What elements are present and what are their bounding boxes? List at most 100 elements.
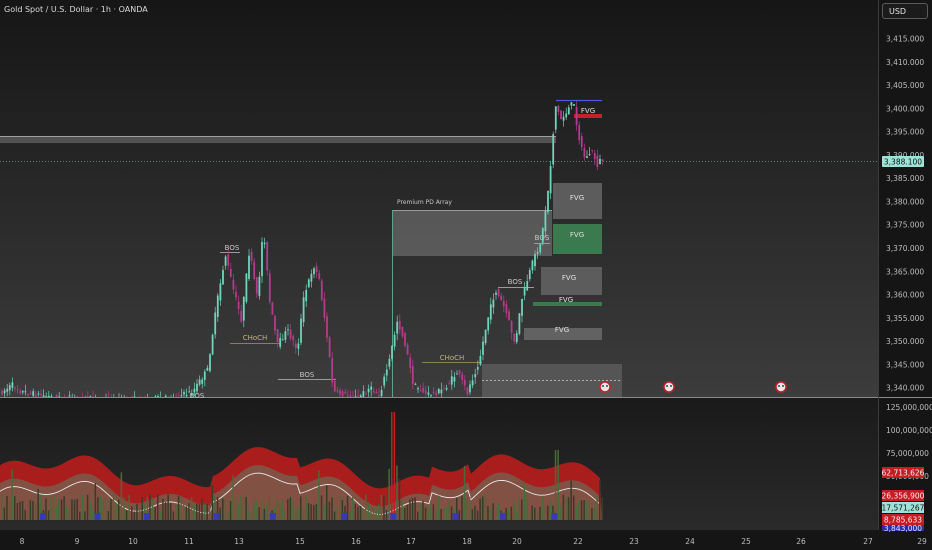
candle-body — [510, 321, 513, 333]
volume-bar — [562, 494, 565, 520]
volume-bar — [294, 506, 297, 520]
volume-bar — [81, 494, 84, 520]
price-tick-label: 3,365.000 — [886, 267, 924, 276]
volume-bar — [190, 497, 193, 520]
time-tick-label: 22 — [573, 537, 583, 546]
volume-bar — [320, 495, 323, 520]
candle-body — [398, 320, 401, 330]
volume-bar — [237, 505, 240, 520]
time-tick-label: 25 — [741, 537, 751, 546]
volume-badge-1: 62,713,626 — [882, 469, 925, 478]
bos-label-4: BOS — [508, 278, 523, 286]
premium-pd-array-label: Premium PD Array — [397, 199, 452, 206]
volume-bar — [365, 494, 367, 520]
volume-bar — [167, 494, 169, 520]
currency-button[interactable]: USD — [882, 3, 928, 19]
volume-bar — [388, 468, 390, 520]
time-tick-label: 26 — [796, 537, 806, 546]
volume-bar — [60, 499, 63, 520]
volume-bar — [107, 511, 110, 520]
time-tick-label: 29 — [917, 537, 927, 546]
price-tick-label: 3,360.000 — [886, 291, 924, 300]
candle-body — [393, 334, 396, 347]
candle-body — [539, 244, 542, 253]
volume-bar — [209, 510, 211, 520]
candle-body — [198, 379, 201, 385]
volume-bar — [463, 466, 466, 520]
candle-body — [336, 390, 339, 392]
event-marker-1[interactable] — [599, 381, 611, 393]
candle-body — [8, 385, 11, 391]
candle-body — [495, 292, 497, 295]
volume-bar — [497, 504, 500, 520]
chart-canvas[interactable]: Premium PD Array FVG FVG FVG FVG FVG FVG… — [0, 0, 932, 550]
volume-bar — [14, 496, 16, 520]
candle-body — [310, 273, 313, 282]
volume-bar — [16, 502, 19, 520]
candle-body — [232, 279, 235, 290]
volume-bar — [536, 511, 539, 520]
volume-bar — [513, 502, 515, 520]
volume-bar — [448, 501, 450, 520]
candle-body — [458, 370, 461, 374]
volume-bar — [417, 511, 419, 520]
candle-body — [565, 113, 568, 118]
candle-body — [570, 102, 573, 106]
volume-bar — [310, 504, 312, 520]
volume-bar — [50, 495, 52, 520]
volume-bar — [258, 507, 260, 520]
candle-body — [320, 280, 323, 300]
candle-body — [596, 155, 599, 168]
volume-bar — [37, 489, 39, 520]
candle-body — [40, 393, 42, 396]
volume-bar — [73, 499, 76, 520]
candle-body — [201, 379, 204, 384]
volume-bar — [599, 479, 601, 520]
volume-bar — [159, 511, 162, 520]
event-marker-3[interactable] — [775, 381, 787, 393]
time-tick-label: 27 — [863, 537, 873, 546]
volume-bar-low — [94, 513, 101, 520]
candle-body — [534, 253, 536, 267]
symbol-title[interactable]: Gold Spot / U.S. Dollar · 1h · OANDA — [4, 5, 148, 14]
volume-bar — [578, 501, 580, 520]
volume-bar — [586, 499, 588, 520]
candle-body — [521, 298, 523, 316]
candle-body — [222, 269, 224, 285]
price-tick-label: 3,375.000 — [886, 221, 924, 230]
volume-bar — [567, 497, 570, 520]
volume-bar — [521, 499, 523, 520]
volume-bar — [68, 508, 71, 520]
volume-bar — [591, 507, 593, 520]
bos-label-2: BOS — [300, 371, 315, 379]
volume-bar — [580, 500, 583, 520]
volume-bar — [128, 495, 130, 520]
volume-bar — [86, 494, 89, 520]
volume-bar — [315, 503, 318, 520]
candle-body — [211, 334, 214, 355]
choch-label-1: CHoCH — [243, 334, 268, 342]
candle-body — [414, 383, 417, 385]
volume-bar — [531, 505, 533, 520]
volume-bar — [593, 508, 596, 520]
volume-bar — [89, 500, 91, 520]
volume-bar — [411, 497, 414, 520]
price-tick-label: 3,355.000 — [886, 314, 924, 323]
price-tick-label: 3,370.000 — [886, 244, 924, 253]
volume-bar — [125, 510, 128, 520]
volume-bar — [484, 494, 487, 520]
volume-bar — [177, 496, 180, 520]
candle-body — [471, 380, 474, 386]
candle-body — [354, 396, 357, 397]
candle-body — [1, 390, 3, 395]
candle-body — [523, 286, 526, 296]
candle-body — [450, 376, 453, 385]
volume-bar — [21, 500, 24, 520]
volume-bar — [219, 507, 221, 520]
price-tick-label: 3,340.000 — [886, 384, 924, 393]
candle-body — [89, 396, 92, 397]
event-marker-2[interactable] — [663, 381, 675, 393]
volume-bar — [549, 500, 552, 520]
candle-body — [86, 396, 89, 397]
candle-body — [492, 299, 495, 308]
